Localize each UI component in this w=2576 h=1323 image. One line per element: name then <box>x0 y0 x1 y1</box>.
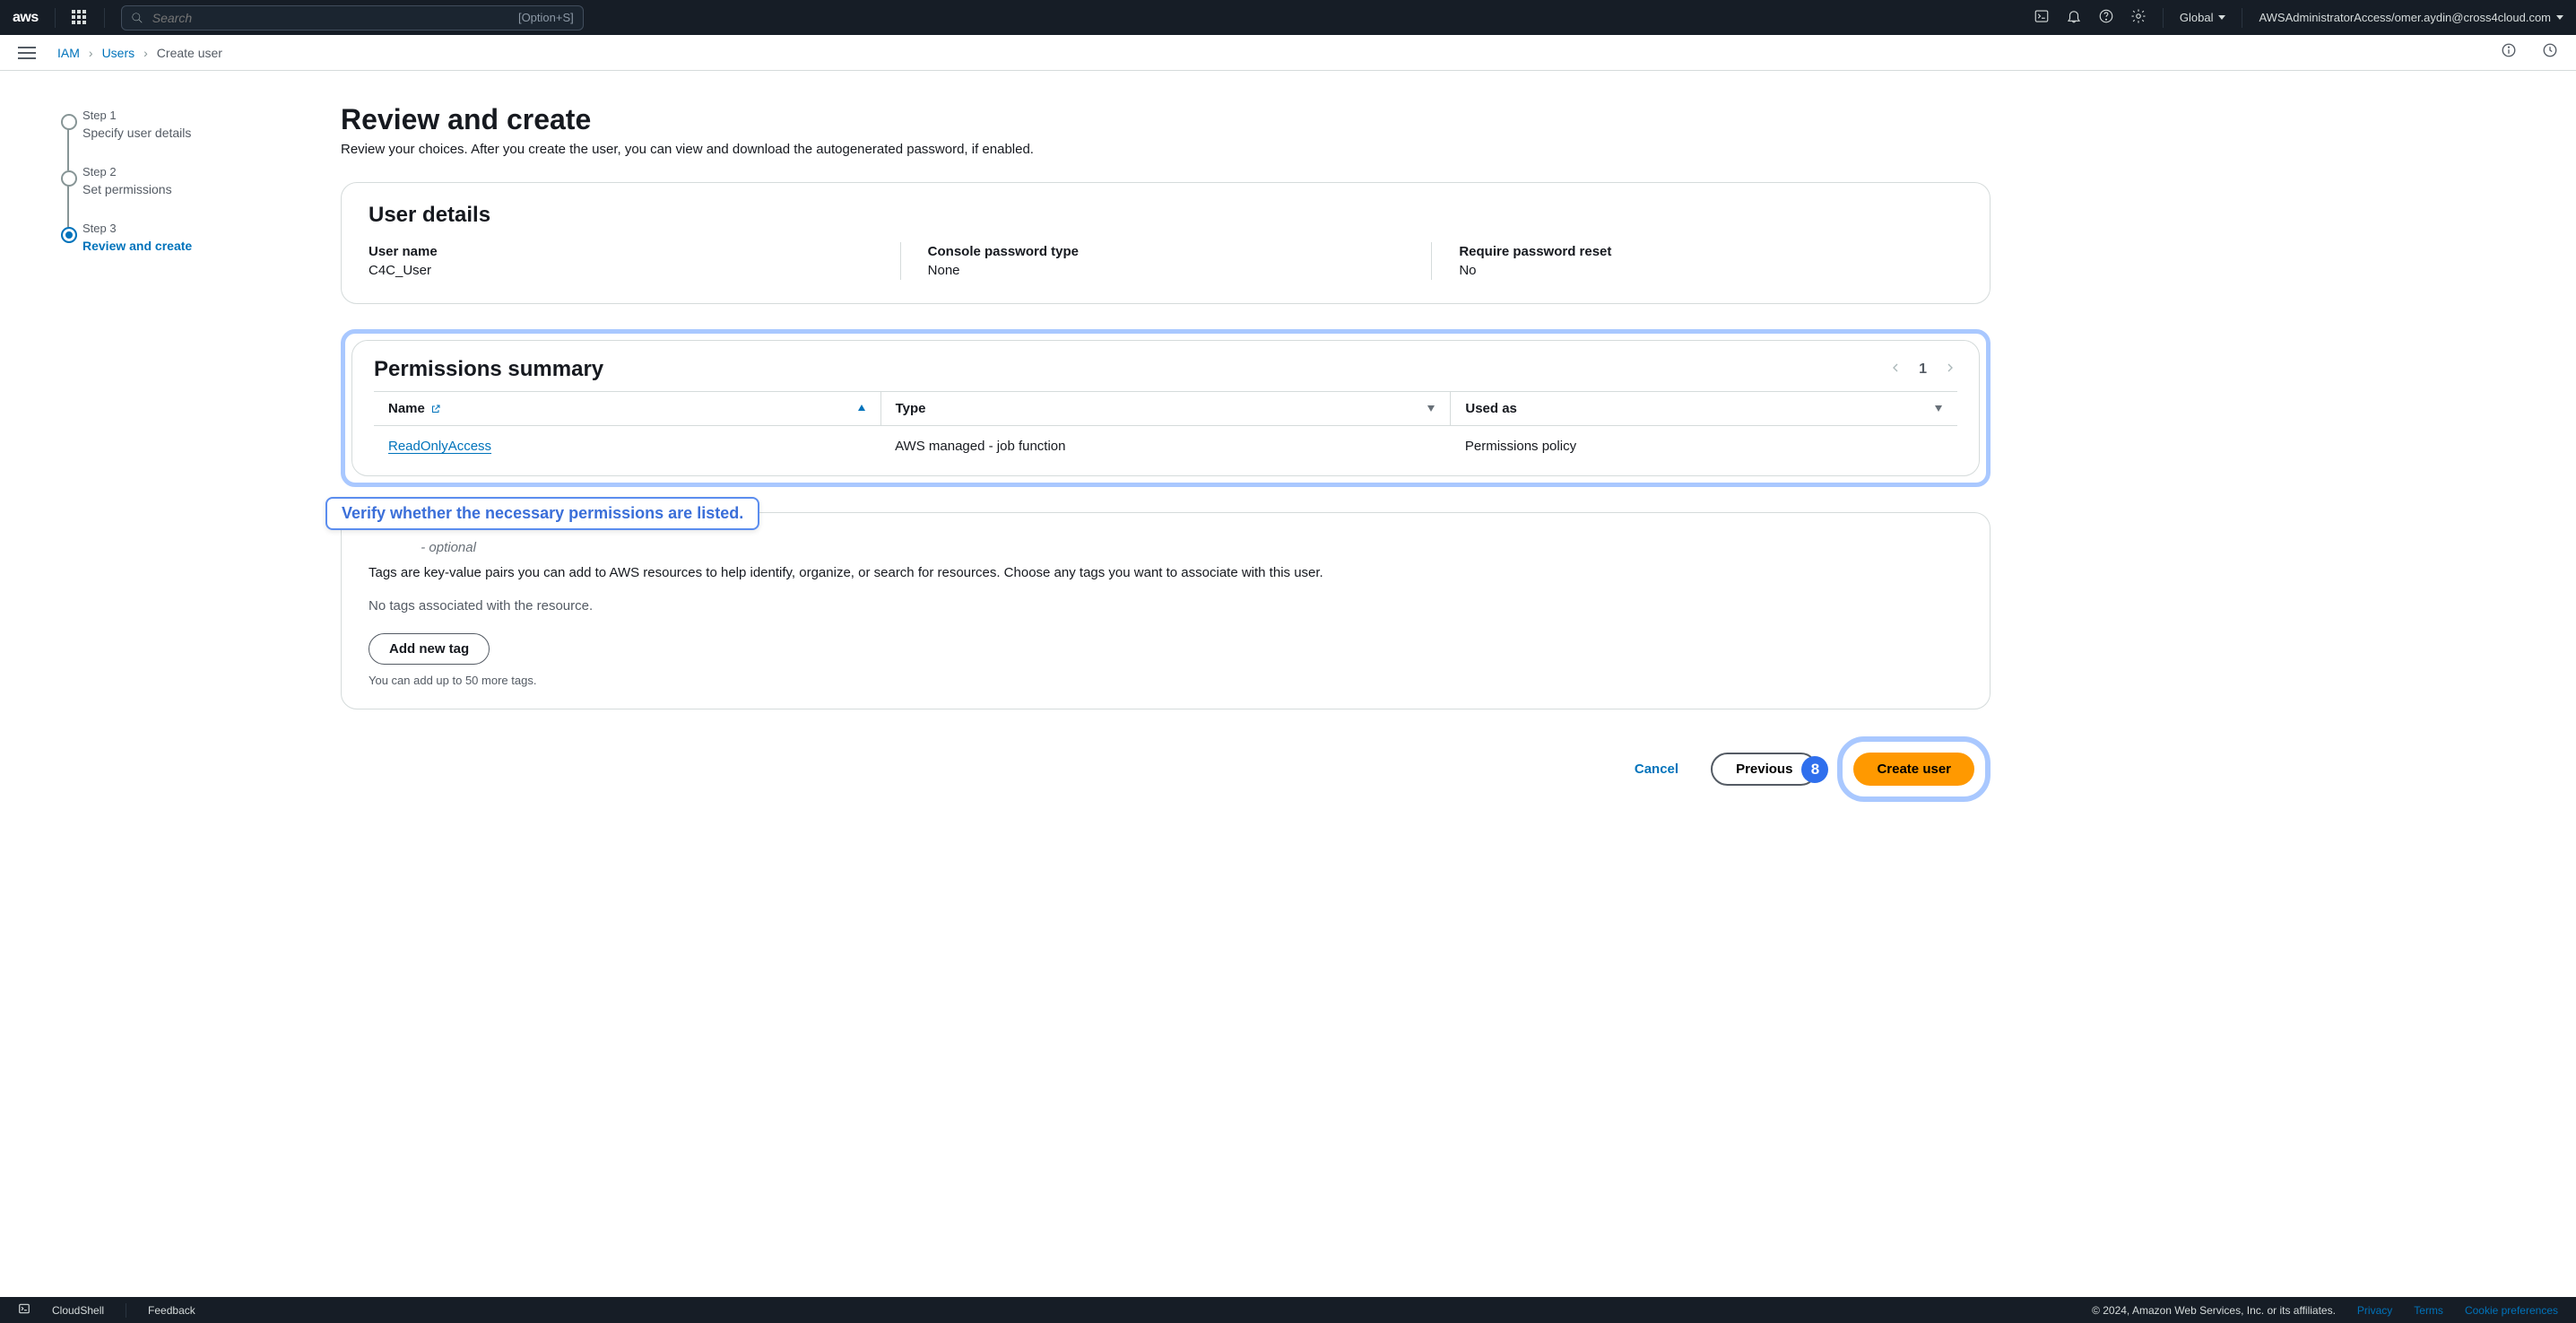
page-body: Step 1 Specify user details Step 2 Set p… <box>0 71 2576 838</box>
top-nav: aws [Option+S] Global AWSAdministratorAc… <box>0 0 2576 35</box>
field-label: User name <box>369 244 873 259</box>
services-grid-icon[interactable] <box>72 10 88 26</box>
page-title: Review and create <box>341 103 1991 136</box>
tags-description: Tags are key-value pairs you can add to … <box>369 565 1893 580</box>
settings-icon[interactable] <box>2130 8 2147 27</box>
region-selector[interactable]: Global <box>2180 11 2226 24</box>
tutorial-callout: Verify whether the necessary permissions… <box>325 497 759 530</box>
pager: 1 <box>1888 361 1957 379</box>
page-subtitle: Review your choices. After you create th… <box>341 142 1991 157</box>
user-name-col: User name C4C_User <box>369 242 900 280</box>
step-label: Step 2 <box>82 165 287 178</box>
create-user-highlight: Create user <box>1837 736 1991 802</box>
notifications-icon[interactable] <box>2066 8 2082 27</box>
create-user-button[interactable]: Create user <box>1853 753 1974 786</box>
copyright: © 2024, Amazon Web Services, Inc. or its… <box>2092 1304 2336 1317</box>
menu-toggle-icon[interactable] <box>18 47 36 59</box>
region-label: Global <box>2180 11 2214 24</box>
footer-bar: CloudShell Feedback © 2024, Amazon Web S… <box>0 1297 2576 1323</box>
wizard-step-2[interactable]: Step 2 Set permissions <box>54 165 287 222</box>
sort-icon[interactable] <box>1934 401 1943 416</box>
divider <box>2163 8 2164 28</box>
help-icon[interactable] <box>2098 8 2114 27</box>
info-icon[interactable] <box>2501 42 2517 63</box>
divider <box>55 8 56 28</box>
tags-empty-text: No tags associated with the resource. <box>369 598 1963 614</box>
cloudshell-icon[interactable] <box>18 1302 30 1318</box>
policy-link[interactable]: ReadOnlyAccess <box>388 439 491 454</box>
pager-prev[interactable] <box>1888 361 1903 379</box>
console-pw-col: Console password type None <box>900 242 1432 280</box>
search-icon <box>131 12 143 24</box>
previous-button[interactable]: Previous 8 <box>1711 753 1817 786</box>
global-search[interactable]: [Option+S] <box>121 5 584 30</box>
chevron-down-icon <box>2556 15 2563 20</box>
field-label: Console password type <box>928 244 1405 259</box>
crumb-users[interactable]: Users <box>102 46 135 60</box>
step-title: Specify user details <box>82 126 287 140</box>
step-title: Review and create <box>82 239 287 253</box>
button-label: Previous <box>1736 762 1792 777</box>
cloudshell-link[interactable]: CloudShell <box>52 1304 104 1317</box>
user-details-card: User details User name C4C_User Console … <box>341 182 1991 304</box>
sort-icon[interactable] <box>1427 401 1435 416</box>
wizard-step-1[interactable]: Step 1 Specify user details <box>54 109 287 165</box>
cloudshell-icon[interactable] <box>2034 8 2050 27</box>
divider <box>104 8 105 28</box>
user-details-heading: User details <box>369 203 1963 228</box>
policy-type: AWS managed - job function <box>880 426 1451 467</box>
permissions-heading: Permissions summary <box>374 357 603 382</box>
clock-icon[interactable] <box>2542 42 2558 63</box>
col-label: Type <box>896 401 926 416</box>
pager-next[interactable] <box>1943 361 1957 379</box>
permissions-table: Name Type Used as <box>374 391 1957 466</box>
field-value: None <box>928 263 1405 278</box>
action-row: Cancel Previous 8 Create user <box>341 736 1991 838</box>
main-column: Review and create Review your choices. A… <box>341 103 1991 838</box>
cancel-button[interactable]: Cancel <box>1622 753 1691 786</box>
pager-current: 1 <box>1919 361 1927 378</box>
chevron-right-icon: › <box>143 46 148 60</box>
account-label: AWSAdministratorAccess/omer.aydin@cross4… <box>2259 11 2551 24</box>
wizard-nav: Step 1 Specify user details Step 2 Set p… <box>54 103 287 838</box>
tags-limit-text: You can add up to 50 more tags. <box>369 674 1963 687</box>
permissions-summary-card: Permissions summary 1 Name <box>351 340 1980 476</box>
terms-link[interactable]: Terms <box>2414 1304 2443 1317</box>
col-name[interactable]: Name <box>374 392 880 426</box>
require-reset-col: Require password reset No <box>1431 242 1963 280</box>
policy-used-as: Permissions policy <box>1451 426 1957 467</box>
step-label: Step 1 <box>82 109 287 122</box>
sort-asc-icon[interactable] <box>857 401 866 416</box>
step-label: Step 3 <box>82 222 287 235</box>
optional-label: - optional <box>421 540 476 555</box>
field-value: C4C_User <box>369 263 873 278</box>
col-used-as[interactable]: Used as <box>1451 392 1957 426</box>
external-link-icon <box>430 404 441 414</box>
privacy-link[interactable]: Privacy <box>2357 1304 2392 1317</box>
permissions-summary-highlight: Permissions summary 1 Name <box>341 329 1991 487</box>
tutorial-step-badge: 8 <box>1801 756 1828 783</box>
cookie-link[interactable]: Cookie preferences <box>2465 1304 2558 1317</box>
chevron-down-icon <box>2218 15 2225 20</box>
search-shortcut: [Option+S] <box>518 11 574 24</box>
wizard-step-3[interactable]: Step 3 Review and create <box>54 222 287 278</box>
crumb-iam[interactable]: IAM <box>57 46 80 60</box>
chevron-right-icon: › <box>89 46 93 60</box>
col-label: Name <box>388 401 425 416</box>
tags-card: Verify whether the necessary permissions… <box>341 512 1991 709</box>
brand-text: aws <box>13 10 39 26</box>
field-value: No <box>1459 263 1936 278</box>
col-type[interactable]: Type <box>880 392 1451 426</box>
feedback-link[interactable]: Feedback <box>148 1304 195 1317</box>
search-input[interactable] <box>152 11 509 25</box>
add-tag-button[interactable]: Add new tag <box>369 633 490 665</box>
col-label: Used as <box>1465 401 1517 416</box>
aws-logo[interactable]: aws <box>13 10 39 26</box>
table-row: ReadOnlyAccess AWS managed - job functio… <box>374 426 1957 467</box>
crumb-current: Create user <box>157 46 222 60</box>
breadcrumb-bar: IAM › Users › Create user <box>0 35 2576 71</box>
account-menu[interactable]: AWSAdministratorAccess/omer.aydin@cross4… <box>2259 11 2563 24</box>
step-title: Set permissions <box>82 182 287 196</box>
field-label: Require password reset <box>1459 244 1936 259</box>
